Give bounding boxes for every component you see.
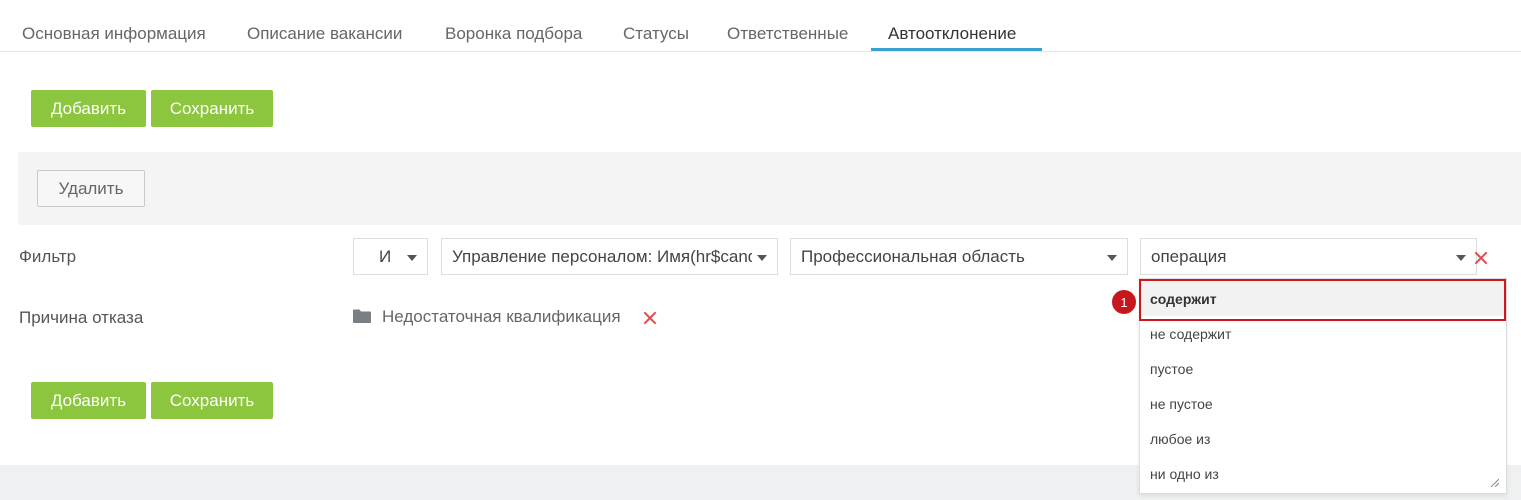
rule-header-panel [18, 152, 1521, 225]
annotation-marker: 1 [1110, 288, 1138, 316]
add-button-top[interactable]: Добавить [31, 90, 146, 127]
option-not-contains[interactable]: не содержит [1140, 316, 1506, 351]
chevron-down-icon [407, 255, 417, 261]
tab-bar: Основная информация Описание вакансии Во… [0, 0, 1521, 52]
filter-label: Фильтр [19, 247, 77, 266]
operation-select[interactable]: операция [1140, 238, 1477, 275]
remove-reason-close-icon[interactable] [643, 311, 657, 325]
field-select-value: Управление персоналом: Имя(hr$candidate) [452, 246, 752, 266]
tab-auto-rejection[interactable]: Автоотклонение [888, 24, 1016, 44]
logic-operator-select[interactable]: И [353, 238, 428, 275]
option-not-empty[interactable]: не пустое [1140, 386, 1506, 421]
tab-statuses[interactable]: Статусы [623, 24, 689, 44]
operation-select-placeholder: операция [1151, 246, 1227, 266]
active-tab-indicator [871, 48, 1042, 51]
remove-filter-close-icon[interactable] [1474, 251, 1488, 265]
operation-dropdown-list: содержит не содержит пустое не пустое лю… [1139, 278, 1507, 494]
tab-vacancy-description[interactable]: Описание вакансии [247, 24, 402, 44]
tab-main-info[interactable]: Основная информация [22, 24, 206, 44]
save-button-top[interactable]: Сохранить [151, 90, 273, 127]
folder-icon [353, 309, 371, 323]
field-select[interactable]: Управление персоналом: Имя(hr$candidate) [441, 238, 778, 275]
page: Основная информация Описание вакансии Во… [0, 0, 1521, 500]
tab-recruiting-funnel[interactable]: Воронка подбора [445, 24, 582, 44]
resize-handle-icon[interactable] [1489, 477, 1499, 487]
rejection-reason-value[interactable]: Недостаточная квалификация [382, 307, 621, 327]
chevron-down-icon [1107, 255, 1117, 261]
option-none-of[interactable]: ни одно из [1140, 456, 1506, 491]
delete-button[interactable]: Удалить [37, 170, 145, 207]
tab-responsible[interactable]: Ответственные [727, 24, 848, 44]
option-any-of[interactable]: любое из [1140, 421, 1506, 456]
add-button-bottom[interactable]: Добавить [31, 382, 146, 419]
chevron-down-icon [757, 255, 767, 261]
chevron-down-icon [1456, 255, 1466, 261]
logic-operator-value: И [379, 246, 392, 266]
property-select-value: Профессиональная область [801, 246, 1025, 266]
option-contains[interactable]: содержит [1140, 281, 1506, 316]
rejection-reason-label: Причина отказа [19, 308, 144, 327]
property-select[interactable]: Профессиональная область [790, 238, 1128, 275]
option-empty[interactable]: пустое [1140, 351, 1506, 386]
save-button-bottom[interactable]: Сохранить [151, 382, 273, 419]
